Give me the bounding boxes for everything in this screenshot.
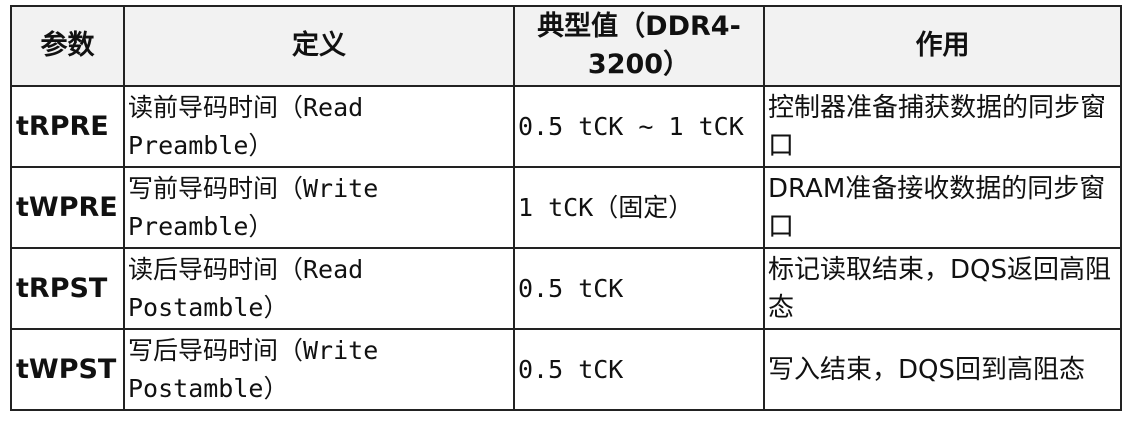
cell-parameter: tRPRE — [10, 85, 125, 168]
header-purpose: 作用 — [763, 5, 1122, 87]
table-header: 参数 定义 典型值（DDR4-3200） 作用 — [10, 5, 1122, 87]
cell-parameter: tWPRE — [10, 166, 125, 249]
cell-typical-value: 0.5 tCK — [513, 247, 765, 330]
table-row: tRPST 读后导码时间（Read Postamble） 0.5 tCK 标记读… — [10, 247, 1122, 330]
table-row: tRPRE 读前导码时间（Read Preamble） 0.5 tCK ~ 1 … — [10, 85, 1122, 168]
header-definition: 定义 — [123, 5, 515, 87]
cell-definition: 读后导码时间（Read Postamble） — [123, 247, 515, 330]
table-row: tWPRE 写前导码时间（Write Preamble） 1 tCK（固定） D… — [10, 166, 1122, 249]
cell-typical-value: 0.5 tCK — [513, 328, 765, 411]
cell-purpose: DRAM准备接收数据的同步窗口 — [763, 166, 1122, 249]
table-row: tWPST 写后导码时间（Write Postamble） 0.5 tCK 写入… — [10, 328, 1122, 411]
cell-purpose: 写入结束，DQS回到高阻态 — [763, 328, 1122, 411]
cell-typical-value: 0.5 tCK ~ 1 tCK — [513, 85, 765, 168]
cell-definition: 写后导码时间（Write Postamble） — [123, 328, 515, 411]
cell-purpose: 标记读取结束，DQS返回高阻态 — [763, 247, 1122, 330]
cell-parameter: tRPST — [10, 247, 125, 330]
cell-definition: 写前导码时间（Write Preamble） — [123, 166, 515, 249]
header-parameter: 参数 — [10, 5, 125, 87]
table-body: tRPRE 读前导码时间（Read Preamble） 0.5 tCK ~ 1 … — [10, 85, 1122, 411]
cell-purpose: 控制器准备捕获数据的同步窗口 — [763, 85, 1122, 168]
cell-typical-value: 1 tCK（固定） — [513, 166, 765, 249]
header-row: 参数 定义 典型值（DDR4-3200） 作用 — [10, 5, 1122, 87]
cell-definition: 读前导码时间（Read Preamble） — [123, 85, 515, 168]
timing-parameter-table: 参数 定义 典型值（DDR4-3200） 作用 tRPRE 读前导码时间（Rea… — [10, 5, 1122, 411]
header-typical-value: 典型值（DDR4-3200） — [513, 5, 765, 87]
cell-parameter: tWPST — [10, 328, 125, 411]
